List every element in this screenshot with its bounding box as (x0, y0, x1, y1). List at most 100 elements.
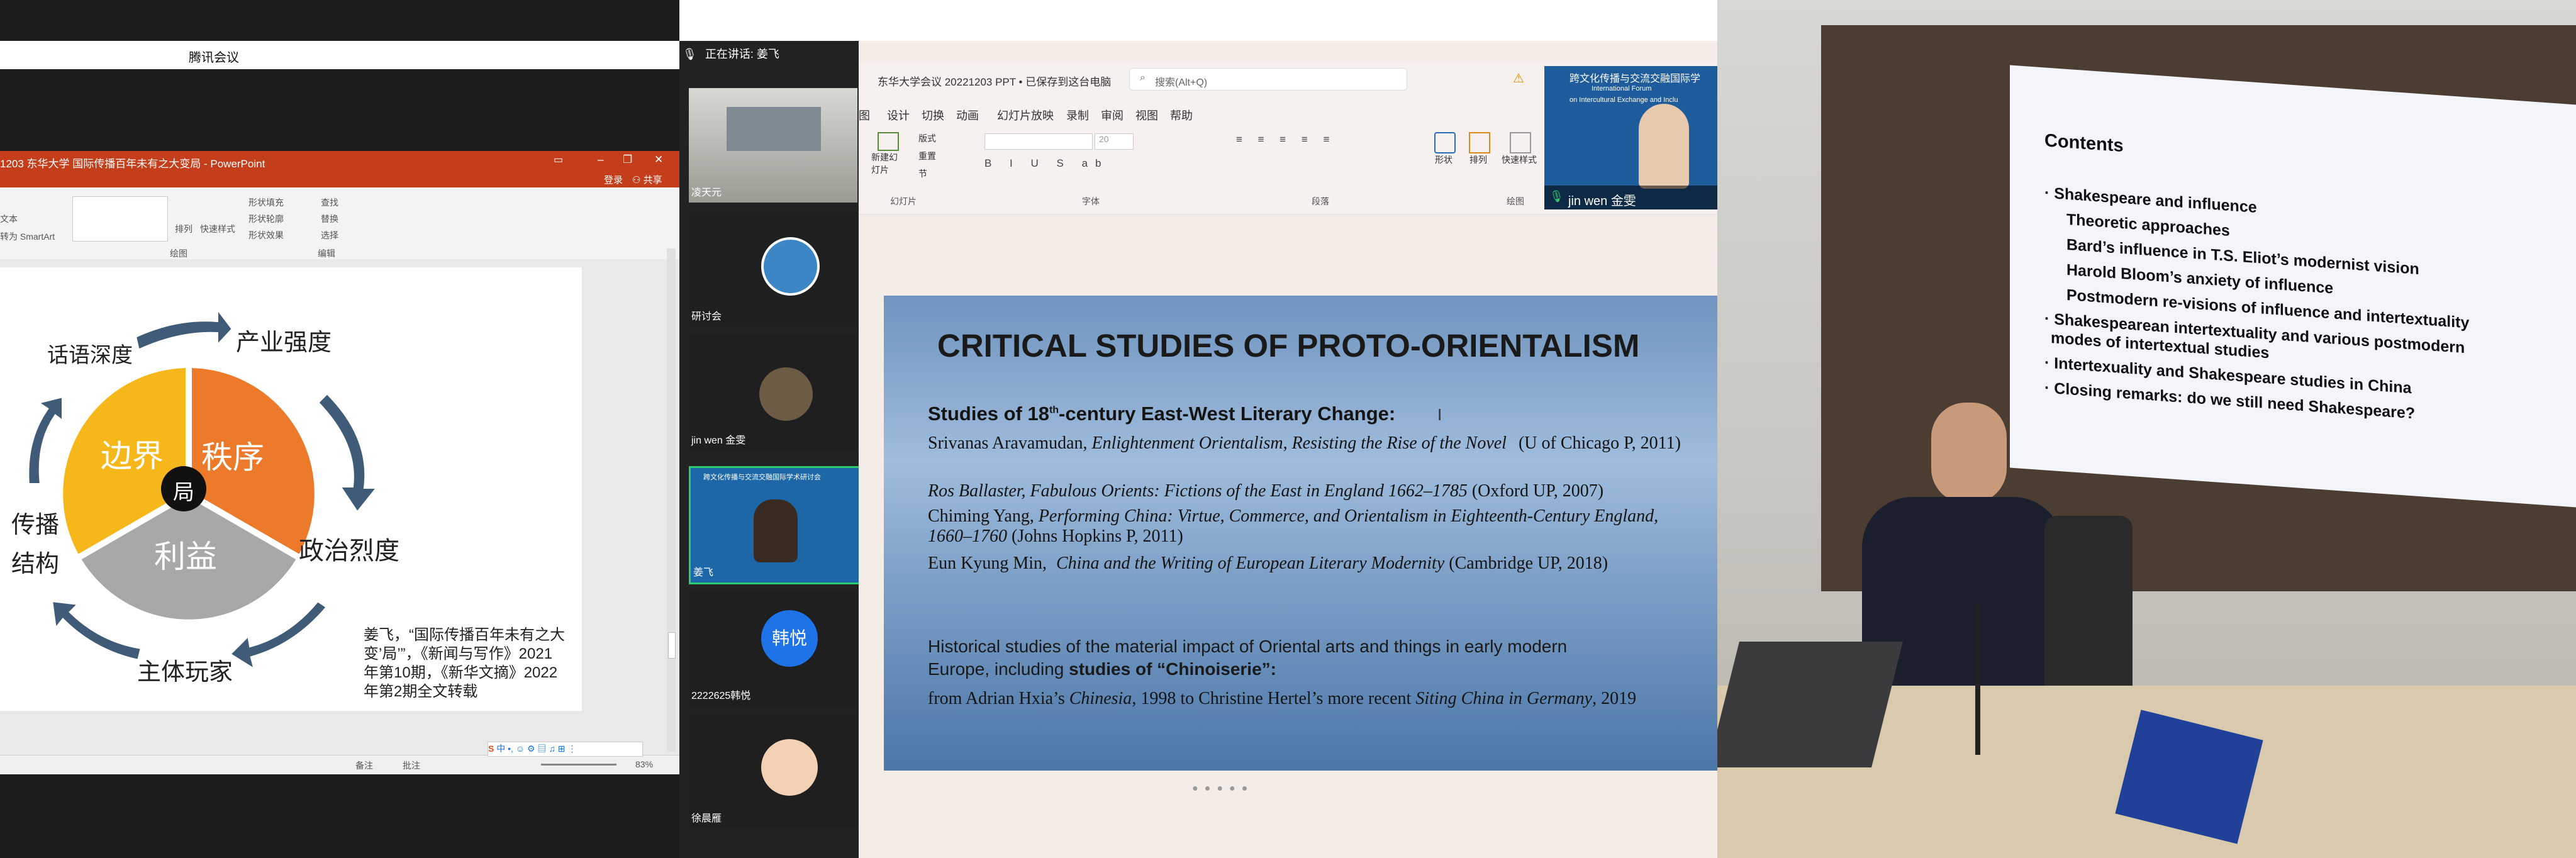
shared-file-title[interactable]: 东华大学会议 20221203 PPT • 已保存到这台电脑 (878, 73, 1111, 89)
ppt-find-button[interactable]: 查找 (321, 196, 338, 209)
ppt-select-button[interactable]: 选择 (321, 229, 338, 242)
tab-animations[interactable]: 动画 (956, 107, 979, 123)
avatar: 韩悦 (761, 610, 818, 667)
arrow-top (133, 304, 235, 352)
ppt-share-button[interactable]: ⚇ 共享 (632, 173, 662, 186)
ppt-quick-style-button[interactable]: 快速样式 (200, 223, 235, 235)
presenter-name-bar: 🎙 jin wen 金雯 (1544, 186, 1717, 209)
arrow-right (316, 391, 381, 515)
arrange-icon (1469, 132, 1490, 153)
scroll-thumb[interactable] (668, 632, 676, 659)
ppt-comments-button[interactable]: 批注 (403, 759, 420, 772)
tab-help[interactable]: 帮助 (1170, 107, 1193, 123)
meeting-title-bar: 腾讯会议 (0, 41, 679, 69)
participant-name: 徐晨雁 (691, 813, 722, 824)
ppt-shapes-gallery[interactable] (72, 196, 168, 242)
ppt-login-link[interactable]: 登录 (604, 173, 623, 186)
reference-2: Ros Ballaster, Fabulous Orients: Fiction… (928, 481, 1604, 501)
tab-design[interactable]: 设计 (887, 107, 910, 123)
paragraph-buttons[interactable]: ≡ ≡ ≡ ≡ ≡ (1236, 133, 1336, 146)
layout-button[interactable]: 版式 (918, 132, 936, 145)
tab-record[interactable]: 录制 (1066, 107, 1089, 123)
participant-name: jin wen 金雯 (691, 435, 746, 446)
search-box[interactable]: ⌕ 搜索(Alt+Q) (1129, 68, 1407, 91)
ppt-slide: 局 边界 秩序 利益 话语深度 产业强度 政治烈度 主体玩家 传播 结构 姜飞，… (0, 267, 582, 711)
ppt-arrange-button[interactable]: 排列 (175, 223, 192, 235)
meeting-room-screen (727, 107, 821, 151)
ppt-shape-outline[interactable]: 形状轮廓 (248, 213, 284, 225)
presenter-banner-en1: International Forum (1592, 85, 1652, 92)
reference-1: Srivanas Aravamudan, Enlightenment Orien… (928, 433, 1681, 453)
center-label: 局 (173, 481, 194, 504)
group-font-label: 字体 (1082, 196, 1100, 206)
shared-slide: CRITICAL STUDIES OF PROTO-ORIENTALISM St… (884, 296, 1717, 771)
arrange-button[interactable]: 排列 (1466, 132, 1491, 166)
shape-button[interactable]: 形状 (1431, 132, 1456, 166)
participant-name: 姜飞 (693, 567, 714, 578)
label-discourse: 话语深度 (47, 343, 133, 367)
ppt-close-icon[interactable]: ✕ (654, 153, 663, 166)
participant-tile[interactable]: 研讨会 (689, 212, 857, 326)
presenter-figure (1639, 104, 1689, 189)
conference-photo: Contents · Shakespeare and influence The… (1717, 0, 2576, 858)
reset-button[interactable]: 重置 (918, 150, 936, 162)
label-players: 主体玩家 (137, 659, 233, 686)
ppt-replace-button[interactable]: 替换 (321, 213, 338, 225)
ppt-minimize-icon[interactable]: – (598, 153, 603, 166)
font-size-select[interactable]: 20 (1095, 133, 1134, 150)
participant-tile[interactable]: 凌天元 (689, 88, 857, 203)
participant-tile[interactable]: 跨文化传播与交流交融国际学术研讨会 姜飞 (689, 466, 861, 584)
slide-pager[interactable]: ●●●●● (1192, 783, 1254, 794)
new-slide-button[interactable]: 新建幻灯片 (871, 132, 903, 176)
ppt-shape-effects[interactable]: 形状效果 (248, 229, 284, 242)
arrow-bottom-right (227, 599, 329, 673)
group-paragraph-label: 段落 (1312, 196, 1329, 206)
tab-slideshow[interactable]: 幻灯片放映 (997, 107, 1054, 123)
group-drawing-label: 绘图 (1507, 196, 1524, 206)
reference-4: Eun Kyung Min, China and the Writing of … (928, 554, 1609, 573)
ppt-notes-button[interactable]: 备注 (355, 759, 373, 772)
new-slide-icon (878, 132, 899, 151)
participant-name: 2222625韩悦 (691, 691, 751, 701)
font-family-select[interactable] (984, 133, 1093, 150)
zoom-level: 83% (635, 759, 654, 769)
ppt-convert-smartart[interactable]: 转为 SmartArt (0, 230, 55, 243)
avatar (759, 367, 813, 421)
reference-3: Chiming Yang, Performing China: Virtue, … (928, 506, 1659, 546)
font-format-buttons[interactable]: B I U S ab (984, 157, 1108, 170)
contents-item: Theoretic approaches (2066, 210, 2230, 240)
quick-style-icon (1510, 132, 1531, 153)
quick-style-button[interactable]: 快速样式 (1500, 132, 1538, 166)
participant-name: 研讨会 (691, 311, 722, 322)
arrow-bottom-left (50, 599, 143, 662)
presenter-video[interactable]: 跨文化传播与交流交融国际学 International Forum on Int… (1544, 66, 1717, 209)
speaking-label: 正在讲话: 姜飞 (705, 48, 779, 60)
ime-toolbar[interactable]: S 中 •, ☺ ⚙ ▤ ♫ ⊞ ⋮ (488, 742, 643, 757)
ppt-status-bar: S 中 •, ☺ ⚙ ▤ ♫ ⊞ ⋮ 备注 批注 83% (0, 742, 679, 774)
tab-view[interactable]: 视图 (1135, 107, 1158, 123)
section-button[interactable]: 节 (918, 167, 927, 180)
participant-tile[interactable]: 韩悦 2222625韩悦 (689, 591, 857, 706)
tab-picture[interactable]: 图 (859, 107, 870, 123)
ppt-group-edit: 编辑 (318, 248, 335, 259)
tab-transitions[interactable]: 切换 (922, 107, 944, 123)
pager-dot-icon[interactable]: ●●●●● (1192, 783, 1254, 794)
participant-tile[interactable]: jin wen 金雯 (689, 336, 857, 450)
speaking-indicator: 🎙 正在讲话: 姜飞 (683, 45, 859, 67)
mic-icon: 🎙 (683, 48, 697, 60)
ppt-ribbon-toggle-icon[interactable]: ▭ (554, 153, 563, 166)
participant-tile[interactable]: 徐晨雁 (689, 714, 857, 828)
tab-review[interactable]: 审阅 (1101, 107, 1124, 123)
participant-banner: 跨文化传播与交流交融国际学术研讨会 (703, 474, 821, 481)
participant-name: 凌天元 (691, 187, 722, 198)
label-politics: 政治烈度 (299, 537, 399, 565)
projection-screen: Contents · Shakespeare and influence The… (2010, 65, 2576, 508)
laptop (1717, 642, 1903, 767)
speaker-head (1931, 403, 2007, 503)
zoom-slider[interactable] (541, 764, 616, 766)
ppt-maximize-icon[interactable]: ❐ (623, 153, 632, 166)
segment-order-label: 秩序 (201, 440, 264, 475)
ppt-shape-fill[interactable]: 形状填充 (248, 196, 284, 209)
label-spread-2: 结构 (11, 551, 60, 577)
ppt-vertical-scrollbar[interactable] (667, 248, 676, 752)
